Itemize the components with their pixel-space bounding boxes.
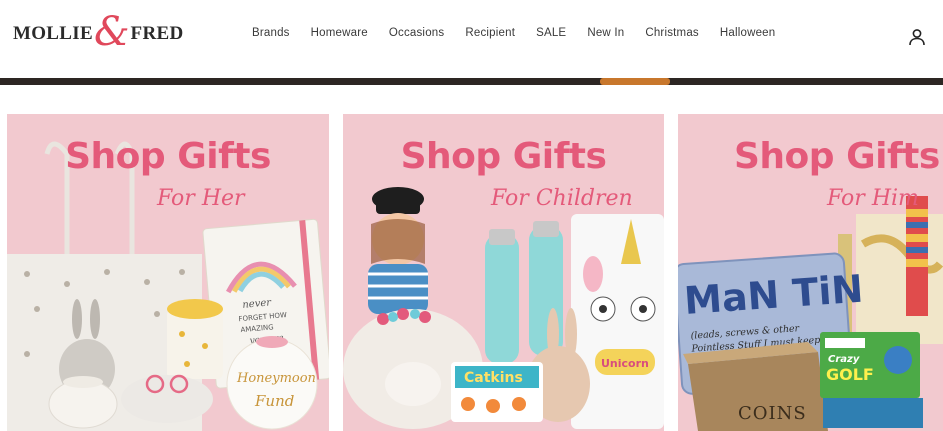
gift-card-for-children[interactable]: Unicorn Catkins Shop Gifts For Children xyxy=(343,114,664,431)
logo-word-fred: FRED xyxy=(130,23,184,44)
svg-text:GOLF: GOLF xyxy=(826,365,874,384)
nav-item-brands[interactable]: Brands xyxy=(252,27,290,39)
card-title: Shop Gifts xyxy=(65,136,271,177)
nav-item-christmas[interactable]: Christmas xyxy=(645,27,699,39)
svg-text:Catkins: Catkins xyxy=(464,370,523,386)
svg-text:Unicorn: Unicorn xyxy=(601,357,649,370)
svg-text:Fund: Fund xyxy=(254,392,294,410)
hero-banner-edge xyxy=(0,78,943,85)
card-title: Shop Gifts xyxy=(400,136,607,177)
svg-text:Honeymoon: Honeymoon xyxy=(236,371,316,386)
nav-item-homeware[interactable]: Homeware xyxy=(311,27,368,39)
gift-card-for-him[interactable]: MaN TiN (leads, screws & other Pointless… xyxy=(678,114,943,431)
nav-item-new-in[interactable]: New In xyxy=(587,27,624,39)
card-subtitle: For Her xyxy=(157,186,245,211)
logo-word-mollie: MOLLIE xyxy=(13,23,93,44)
gift-card-for-her[interactable]: never FORGET HOW AMAZING you are Honeymo… xyxy=(7,114,329,431)
hero-banner-highlight xyxy=(600,78,670,85)
nav-item-recipient[interactable]: Recipient xyxy=(465,27,515,39)
site-header: MOLLIE & FRED Brands Homeware Occasions … xyxy=(0,0,943,78)
svg-text:COINS: COINS xyxy=(738,403,807,424)
main-navigation: Brands Homeware Occasions Recipient SALE… xyxy=(252,27,796,39)
nav-item-sale[interactable]: SALE xyxy=(536,27,566,39)
logo-ampersand: & xyxy=(93,9,130,55)
card-title: Shop Gifts xyxy=(734,136,940,177)
account-button[interactable] xyxy=(908,28,926,46)
user-icon xyxy=(909,29,925,46)
card-subtitle: For Him xyxy=(827,186,919,211)
nav-item-occasions[interactable]: Occasions xyxy=(389,27,445,39)
card-subtitle: For Children xyxy=(491,186,633,211)
nav-item-halloween[interactable]: Halloween xyxy=(720,27,776,39)
brand-logo[interactable]: MOLLIE & FRED xyxy=(13,9,184,55)
svg-text:Crazy: Crazy xyxy=(828,354,860,365)
